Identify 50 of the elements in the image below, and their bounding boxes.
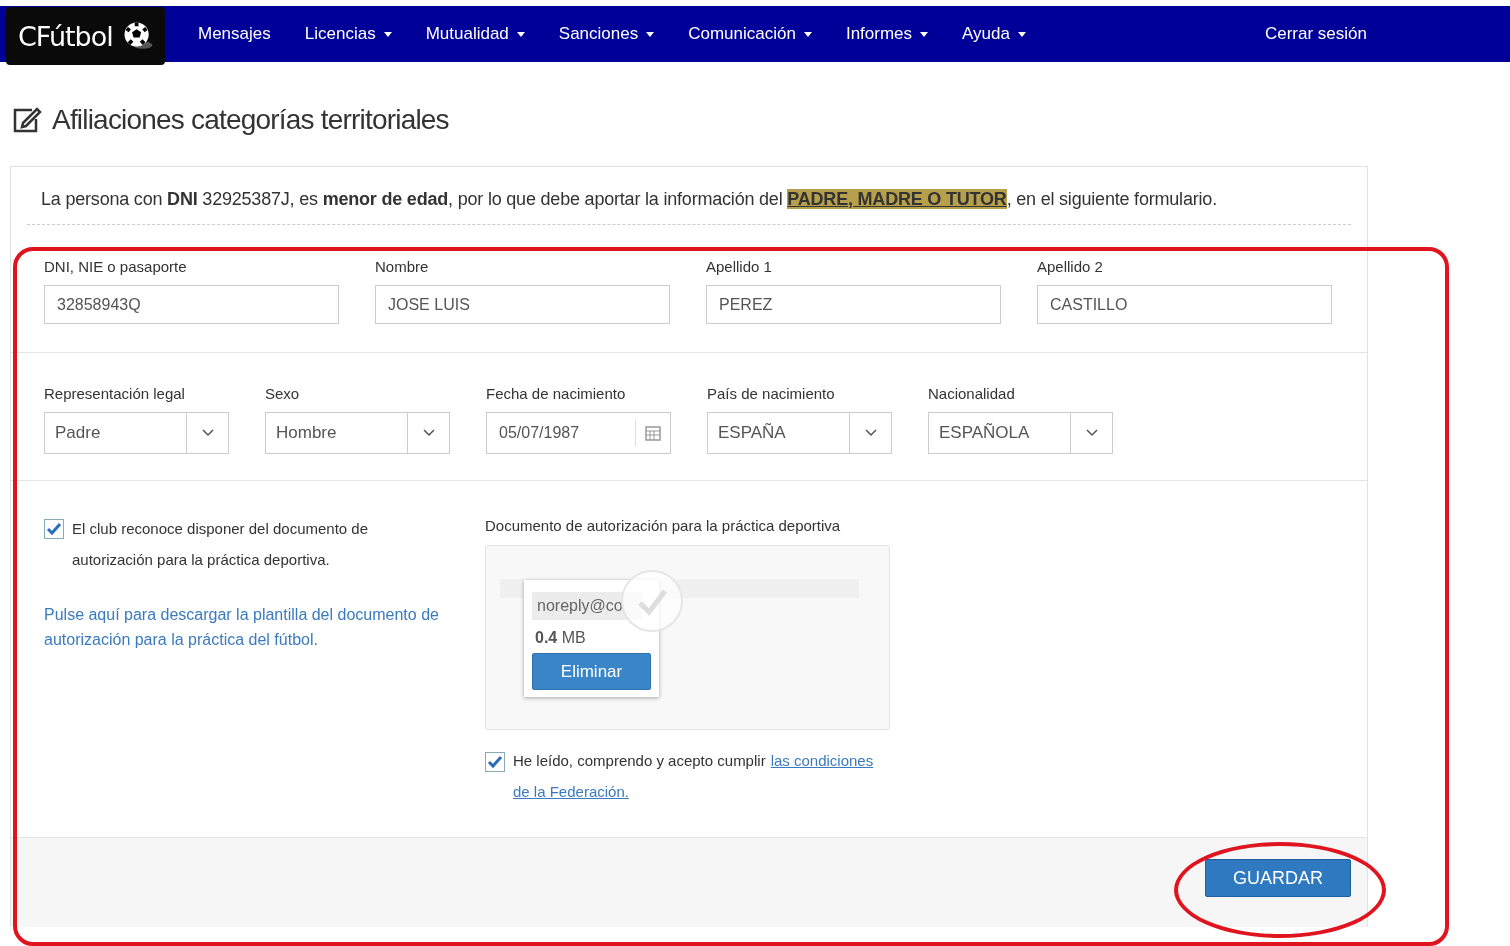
terms-link[interactable]: las condiciones bbox=[770, 745, 874, 776]
field-label: Documento de autorización para la práctica deportiva bbox=[485, 517, 842, 534]
logout-link[interactable]: Cerrar sesión bbox=[1247, 24, 1384, 44]
field-label: Sexo bbox=[265, 385, 301, 402]
field-label: DNI, NIE o pasaporte bbox=[44, 258, 188, 275]
text-input[interactable]: 32858943Q bbox=[44, 285, 339, 324]
field-label: Nacionalidad bbox=[928, 385, 1016, 402]
terms-link[interactable]: de la Federación. bbox=[513, 776, 629, 807]
select-field[interactable]: Hombre bbox=[265, 412, 450, 454]
chevron-down-icon bbox=[422, 429, 435, 437]
terms-text: He leído, comprendo y acepto cumplir bbox=[513, 751, 766, 771]
nav-menu-item[interactable]: Informes bbox=[828, 24, 946, 44]
text-input[interactable]: CASTILLO bbox=[1037, 285, 1332, 324]
select-field[interactable]: ESPAÑOLA bbox=[928, 412, 1113, 454]
checkmark-icon bbox=[487, 755, 503, 769]
edit-icon bbox=[12, 106, 42, 134]
date-field[interactable]: 05/07/1987 bbox=[486, 412, 671, 454]
upload-area[interactable]: noreply@co 0.4 MB Eliminar bbox=[485, 545, 890, 730]
field-label: Apellido 2 bbox=[1037, 258, 1104, 275]
chevron-down-icon bbox=[201, 429, 214, 437]
field-label: Nombre bbox=[375, 258, 430, 275]
nav-menu-item[interactable]: Comunicación bbox=[671, 24, 829, 44]
checkmark-icon bbox=[46, 522, 62, 536]
nav-menu-item[interactable]: Licencias bbox=[287, 24, 409, 44]
checkbox-label: El club reconoce disponer del documento de autorización para la práctica deportiva. bbox=[72, 519, 370, 570]
nav-menu-item[interactable]: Ayuda bbox=[945, 24, 1043, 44]
page-title: Afiliaciones categorías territoriales bbox=[52, 104, 449, 136]
text-input[interactable]: JOSE LUIS bbox=[375, 285, 670, 324]
field-label: Representación legal bbox=[44, 385, 186, 402]
field-label: País de nacimiento bbox=[707, 385, 836, 402]
nav-menu-item[interactable]: Mutualidad bbox=[408, 24, 542, 44]
field-label: Apellido 1 bbox=[706, 258, 773, 275]
notice-text: La persona con DNI 32925387J, es menor de edad, por lo que debe aportar la información del PADRE, MADRE O TUTOR, en el siguiente formulario. bbox=[27, 167, 1351, 225]
check-circle-icon bbox=[620, 569, 684, 633]
save-button[interactable]: GUARDAR bbox=[1205, 859, 1351, 897]
select-field[interactable]: ESPAÑA bbox=[707, 412, 892, 454]
checkbox[interactable] bbox=[44, 519, 64, 539]
text-input[interactable]: PEREZ bbox=[706, 285, 1001, 324]
remove-button[interactable]: Eliminar bbox=[532, 653, 651, 690]
nav-menu-item[interactable]: Sanciones bbox=[541, 24, 672, 44]
checkbox[interactable] bbox=[485, 752, 505, 772]
brand-logo[interactable]: CFútbol bbox=[6, 7, 165, 65]
calendar-icon bbox=[645, 425, 661, 441]
chevron-down-icon bbox=[1085, 429, 1098, 437]
file-size: 0.4 MB bbox=[535, 629, 587, 647]
field-label: Fecha de nacimiento bbox=[486, 385, 627, 402]
select-field[interactable]: Padre bbox=[44, 412, 229, 454]
chevron-down-icon bbox=[864, 429, 877, 437]
nav-menu-item[interactable]: Mensajes bbox=[181, 24, 288, 44]
template-download-link[interactable]: Pulse aquí para descargar la plantilla del documento de autorización para la práctica del fútbol. bbox=[44, 602, 444, 652]
